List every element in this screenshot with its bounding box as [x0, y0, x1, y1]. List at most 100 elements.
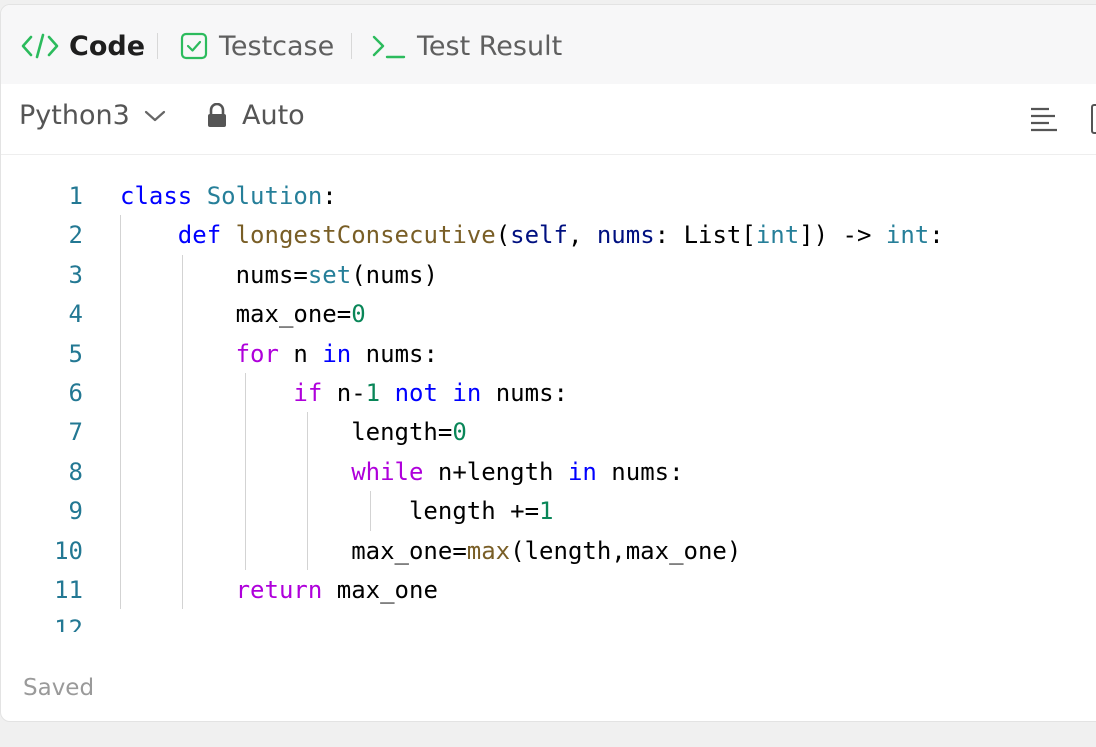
code-token: return: [235, 576, 323, 604]
code-line[interactable]: 11 return max_one: [1, 570, 1096, 610]
lock-icon: [208, 102, 226, 127]
tab-test-result[interactable]: Test Result: [371, 25, 562, 67]
code-token: 0: [452, 418, 467, 447]
align-left-icon: [1031, 107, 1057, 132]
code-line[interactable]: 1 class Solution:: [1, 176, 1096, 216]
code-token: class: [120, 182, 193, 210]
code-token: nums:: [596, 457, 684, 486]
indent-guide: [244, 373, 246, 570]
code-token: (: [495, 221, 511, 250]
layout-button[interactable]: [1091, 104, 1096, 134]
code-token: 0: [351, 300, 366, 329]
code-token: max_one: [322, 576, 438, 604]
code-editor[interactable]: 1 class Solution: 2 def longestConsecutive…: [1, 157, 1096, 632]
line-number: 10: [54, 536, 83, 565]
code-token: length +=: [408, 497, 540, 526]
code-token: in: [567, 457, 597, 486]
code-text: max_one=0: [120, 294, 366, 334]
line-number: 7: [68, 418, 83, 447]
code-token: max: [466, 536, 511, 565]
code-line[interactable]: 9 length +=1: [1, 491, 1096, 531]
code-token: int: [755, 221, 800, 250]
code-text: return max_one: [120, 570, 438, 610]
tab-code[interactable]: Code: [21, 25, 145, 67]
code-token: set: [307, 260, 352, 289]
tab-testcase[interactable]: Testcase: [179, 25, 334, 67]
code-token: 1: [365, 379, 381, 407]
code-icon: [21, 32, 59, 60]
code-text: for n in nums:: [120, 334, 438, 374]
indent-guide: [120, 215, 121, 610]
language-select[interactable]: Python3: [19, 100, 166, 131]
code-line[interactable]: 6 if n-1 not in nums:: [1, 373, 1096, 413]
code-token: int: [885, 221, 930, 250]
code-token: :: [322, 182, 337, 210]
code-panel: Code Testcase Test Result Python3 Auto 1…: [0, 4, 1096, 722]
code-token: n: [278, 339, 323, 368]
chevron-down-icon: [144, 110, 165, 121]
code-text: length=0: [120, 412, 467, 452]
code-token: nums:: [481, 379, 568, 407]
code-token: nums:: [351, 339, 438, 368]
auto-mode-label: Auto: [242, 100, 305, 131]
auto-mode-toggle[interactable]: Auto: [206, 100, 305, 131]
code-token: :: [929, 221, 944, 250]
code-token: :: [654, 221, 684, 250]
tab-code-label: Code: [69, 30, 146, 62]
code-line[interactable]: 8 while n+length in nums:: [1, 452, 1096, 492]
code-token: in: [452, 379, 482, 407]
code-token: nums: [596, 221, 655, 250]
code-token: max_one=: [235, 300, 352, 329]
line-number: 3: [68, 260, 83, 289]
code-token: =: [293, 260, 308, 289]
code-line[interactable]: 7 length=0: [1, 412, 1096, 452]
code-line[interactable]: 10 max_one=max(length,max_one): [1, 531, 1096, 571]
code-text: nums=set(nums): [120, 255, 438, 295]
line-number: 2: [68, 221, 83, 250]
code-token: (nums): [351, 260, 438, 289]
code-token: for: [235, 339, 279, 368]
line-number: 5: [68, 339, 83, 368]
code-token: while: [351, 457, 424, 486]
line-number: 11: [54, 576, 83, 604]
code-text: def longestConsecutive(self, nums: List[…: [120, 215, 944, 255]
language-label: Python3: [19, 100, 130, 131]
code-line[interactable]: 4 max_one=0: [1, 294, 1096, 334]
code-text: class Solution:: [120, 176, 337, 216]
code-token: (length,max_one): [510, 536, 742, 565]
code-token: List: [683, 221, 742, 250]
code-line[interactable]: 2 def longestConsecutive(self, nums: Lis…: [1, 215, 1096, 255]
line-number: 12: [54, 615, 83, 632]
code-token: ,: [567, 221, 597, 250]
tab-divider: [157, 33, 158, 59]
code-token: def: [177, 221, 222, 250]
code-token: n-: [322, 379, 366, 407]
line-number: 4: [68, 300, 83, 329]
tab-test-result-label: Test Result: [417, 30, 563, 62]
line-number: 1: [68, 182, 83, 210]
code-token: nums: [235, 260, 294, 289]
code-token: n+length: [423, 457, 568, 486]
code-line[interactable]: 12: [1, 609, 1096, 632]
format-button[interactable]: [1029, 106, 1059, 136]
code-token: max_one=: [351, 536, 467, 565]
line-number: 6: [68, 379, 83, 407]
tab-testcase-label: Testcase: [219, 30, 335, 62]
code-token: if: [293, 379, 323, 407]
code-line[interactable]: 3 nums=set(nums): [1, 255, 1096, 295]
line-number: 9: [68, 497, 83, 526]
terminal-icon: [371, 31, 407, 61]
tab-bar: Code Testcase Test Result: [1, 5, 1096, 85]
indent-guide: [307, 412, 309, 570]
code-line[interactable]: 5 for n in nums:: [1, 334, 1096, 374]
